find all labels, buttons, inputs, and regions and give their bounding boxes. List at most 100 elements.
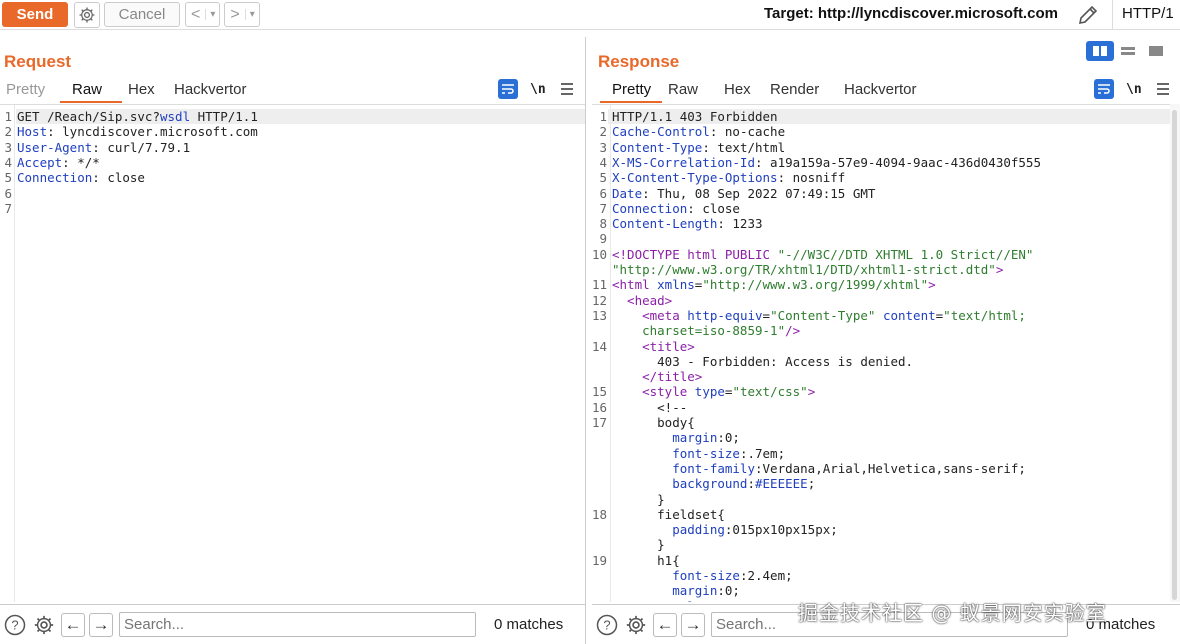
search-next-button[interactable]: →: [89, 612, 113, 637]
code-line: 2 Cache-Control: no-cache: [592, 124, 1170, 139]
scrollbar-thumb[interactable]: [1172, 110, 1177, 600]
line-number: 2: [4, 124, 12, 140]
code-line: }: [592, 492, 1170, 507]
code-line: 8 Content-Length: 1233: [592, 216, 1170, 231]
line-text: Connection: close: [17, 170, 145, 186]
wrap-toggle-button[interactable]: [498, 79, 518, 99]
line-number: 4: [4, 154, 12, 170]
line-text: background:#EEEEEE;: [612, 476, 816, 492]
code-line: background:#EEEEEE;: [592, 476, 1170, 491]
help-button[interactable]: ?: [595, 613, 619, 637]
code-line: 7: [0, 201, 585, 216]
line-text: fieldset{: [612, 506, 725, 522]
line-text: Date: Thu, 08 Sep 2022 07:49:15 GMT: [612, 185, 876, 201]
tab-pretty[interactable]: Pretty: [0, 79, 60, 103]
response-scrollbar[interactable]: [1170, 104, 1180, 602]
code-line: 13 <meta http-equiv="Content-Type" conte…: [592, 308, 1170, 323]
cancel-button[interactable]: Cancel: [104, 2, 180, 27]
arrow-left-icon: ←: [64, 614, 82, 634]
gear-icon: [626, 615, 646, 634]
code-line: "http://www.w3.org/TR/xhtml1/DTD/xhtml1-…: [592, 262, 1170, 277]
line-text: h1{: [612, 552, 680, 568]
line-number: 19: [592, 552, 608, 568]
settings-button[interactable]: [74, 1, 100, 28]
wrap-toggle-button[interactable]: [1094, 79, 1114, 99]
history-forward-group[interactable]: > ▾: [224, 2, 260, 27]
tab-raw[interactable]: Raw: [60, 79, 122, 103]
line-text: Accept: */*: [17, 154, 100, 170]
response-editor[interactable]: 1 HTTP/1.1 403 Forbidden 2 Cache-Control: n…: [592, 104, 1170, 602]
code-line: 9: [592, 231, 1170, 246]
send-button[interactable]: Send: [2, 2, 68, 27]
pencil-icon: [1078, 5, 1098, 25]
line-text: font-family:Verdana,Arial,Helvetica,sans…: [612, 460, 1026, 476]
forward-icon[interactable]: >: [225, 6, 244, 24]
code-line: 11 <html xmlns="http://www.w3.org/1999/xh…: [592, 277, 1170, 292]
newline-toggle[interactable]: \n: [1126, 82, 1142, 97]
request-footer: ? ← → 0 matches: [0, 604, 585, 644]
line-text: font-size:2.4em;: [612, 568, 793, 583]
edit-target-button[interactable]: [1076, 3, 1100, 30]
line-number: 5: [4, 170, 12, 186]
code-line: 16 <!--: [592, 400, 1170, 415]
line-text: margin:0;: [612, 430, 740, 446]
line-number: 3: [599, 139, 607, 155]
line-text: <!--: [612, 399, 688, 415]
code-line: 19 h1{: [592, 553, 1170, 568]
svg-text:?: ?: [603, 617, 610, 632]
line-text: body{: [612, 415, 695, 430]
layout-stacked-button[interactable]: [1114, 41, 1142, 61]
search-prev-button[interactable]: ←: [61, 612, 85, 637]
search-prev-button[interactable]: ←: [653, 612, 677, 637]
line-text: X-Content-Type-Options: nosniff: [612, 170, 846, 186]
search-settings-button[interactable]: [32, 613, 56, 637]
line-number: 1: [599, 109, 607, 124]
line-number: 8: [599, 216, 607, 232]
code-line: font-family:Verdana,Arial,Helvetica,sans…: [592, 461, 1170, 476]
newline-toggle[interactable]: \n: [530, 82, 546, 97]
search-settings-button[interactable]: [624, 613, 648, 637]
line-text: </title>: [612, 369, 703, 385]
tab-pretty[interactable]: Pretty: [600, 79, 662, 103]
search-next-button[interactable]: →: [681, 612, 705, 637]
layout-split-button[interactable]: [1086, 41, 1114, 61]
line-number: 13: [592, 307, 608, 323]
request-editor[interactable]: 1 GET /Reach/Sip.svc?wsdl HTTP/1.1 2 Host: …: [0, 104, 585, 602]
tab-raw[interactable]: Raw: [662, 79, 718, 103]
line-text: <style type="text/css">: [612, 384, 816, 400]
line-text: charset=iso-8859-1"/>: [612, 323, 801, 339]
forward-dropdown-icon[interactable]: ▾: [244, 9, 259, 20]
back-icon[interactable]: <: [186, 6, 205, 24]
line-number: 4: [599, 154, 607, 170]
request-tabs: Pretty Raw Hex Hackvertor: [0, 79, 258, 103]
code-line: 7 Connection: close: [592, 201, 1170, 216]
tab-hex[interactable]: Hex: [122, 79, 168, 103]
line-text: "http://www.w3.org/TR/xhtml1/DTD/xhtml1-…: [612, 262, 1004, 277]
line-text: HTTP/1.1 403 Forbidden: [612, 109, 778, 124]
tab-render[interactable]: Render: [764, 79, 838, 103]
code-line: 14 <title>: [592, 339, 1170, 354]
tab-hackvertor[interactable]: Hackvertor: [838, 79, 928, 103]
tab-hex[interactable]: Hex: [718, 79, 764, 103]
arrow-left-icon: ←: [656, 614, 674, 634]
tab-hackvertor[interactable]: Hackvertor: [168, 79, 258, 103]
line-text: 403 - Forbidden: Access is denied.: [612, 353, 914, 369]
code-line: }: [592, 537, 1170, 552]
search-input[interactable]: [119, 612, 476, 637]
watermark-text: 掘金技术社区 @ 蚁景网安实验室: [798, 601, 1107, 625]
history-back-group[interactable]: < ▾: [185, 2, 221, 27]
menu-icon[interactable]: [1156, 83, 1170, 95]
code-line: 3 Content-Type: text/html: [592, 140, 1170, 155]
line-text: <html xmlns="http://www.w3.org/1999/xhtm…: [612, 277, 936, 293]
code-line: 4 Accept: */*: [0, 155, 585, 170]
line-text: padding:015px10px15px;: [612, 522, 838, 538]
layout-tabs-button[interactable]: [1142, 41, 1170, 61]
help-button[interactable]: ?: [3, 613, 27, 637]
menu-icon[interactable]: [560, 83, 574, 95]
line-text: Connection: close: [612, 200, 740, 216]
http-version-label[interactable]: HTTP/1: [1112, 0, 1174, 30]
back-dropdown-icon[interactable]: ▾: [205, 9, 219, 20]
help-icon: ?: [4, 614, 26, 635]
line-text: Content-Length: 1233: [612, 216, 763, 232]
line-number: 11: [592, 277, 608, 293]
